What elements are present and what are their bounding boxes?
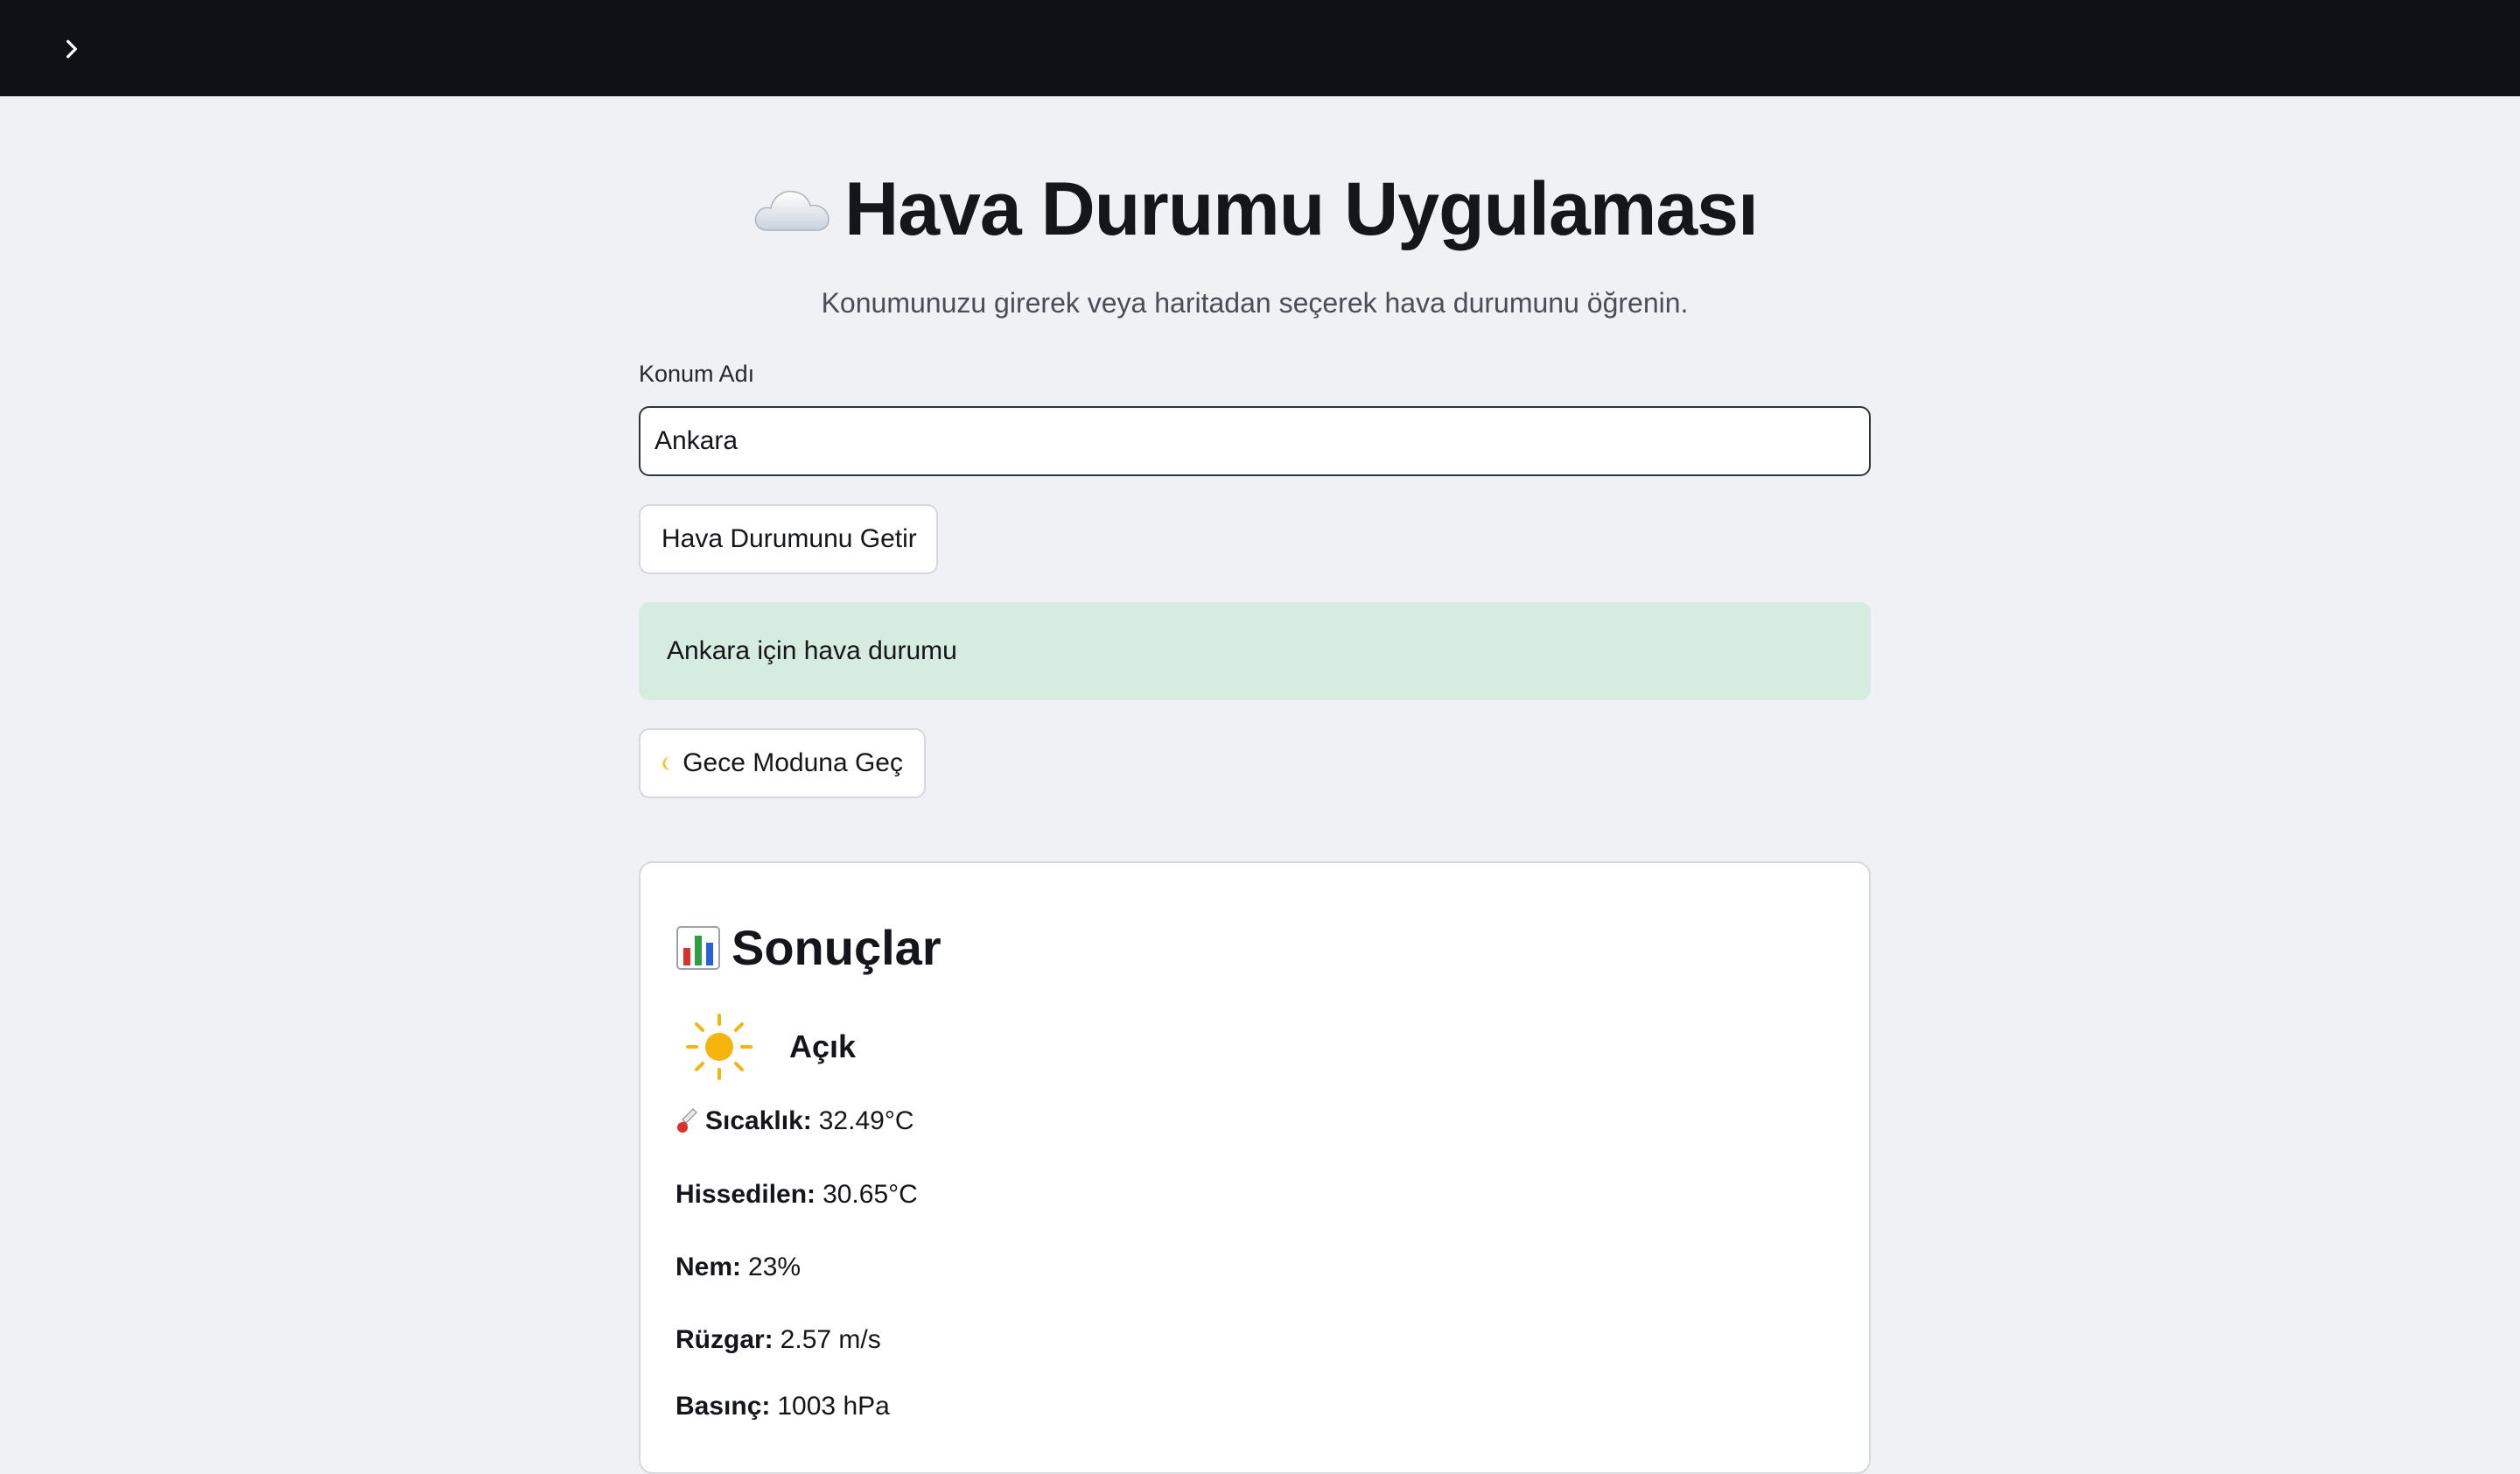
page-title: Hava Durumu Uygulaması: [844, 167, 1759, 251]
metric-pressure: Basınç: 1003 hPa: [676, 1392, 890, 1421]
sidebar-toggle-button[interactable]: [54, 32, 89, 67]
success-alert: Ankara için hava durumu: [639, 602, 1871, 700]
location-field-label: Konum Adı: [639, 361, 755, 387]
results-card: Sonuçlar Açık Sıcaklık: 32.49°C Hissedil…: [639, 861, 1871, 1474]
metric-value: 30.65°C: [822, 1180, 918, 1209]
condition-row: Açık: [682, 1010, 856, 1084]
metric-value: 2.57 m/s: [780, 1325, 881, 1354]
bar-chart-icon: [676, 925, 720, 970]
chevron-right-icon: [66, 39, 77, 59]
metric-feels-like: Hissedilen: 30.65°C: [676, 1180, 918, 1210]
metric-label: Hissedilen:: [676, 1180, 816, 1209]
night-mode-button[interactable]: Gece Moduna Geç: [639, 728, 926, 798]
night-mode-label: Gece Moduna Geç: [682, 748, 903, 777]
results-heading: Sonuçlar: [732, 920, 942, 975]
top-header-bar: [0, 0, 2520, 96]
metric-label: Basınç:: [676, 1392, 771, 1421]
results-heading-row: Sonuçlar: [676, 919, 942, 976]
sun-icon: [686, 1014, 752, 1080]
page-subtitle: Konumunuzu girerek veya haritadan seçere…: [821, 287, 1689, 319]
alert-message: Ankara için hava durumu: [667, 636, 957, 665]
page-title-row: Hava Durumu Uygulaması: [639, 166, 1871, 253]
metric-value: 23%: [748, 1253, 802, 1281]
condition-label: Açık: [789, 1028, 857, 1064]
metric-temperature: Sıcaklık: 32.49°C: [676, 1106, 914, 1136]
metric-label: Nem:: [676, 1253, 742, 1281]
thermometer-icon: [677, 1108, 697, 1133]
metric-humidity: Nem: 23%: [676, 1253, 801, 1282]
metric-label: Rüzgar:: [676, 1325, 774, 1354]
metric-label: Sıcaklık:: [705, 1106, 812, 1135]
crescent-moon-icon: [662, 756, 670, 770]
metric-wind: Rüzgar: 2.57 m/s: [676, 1325, 881, 1355]
location-input[interactable]: [639, 406, 1871, 476]
fetch-weather-button[interactable]: Hava Durumunu Getir: [639, 504, 938, 574]
cloud-icon: [754, 191, 830, 232]
metric-value: 32.49°C: [818, 1106, 914, 1135]
metric-value: 1003 hPa: [777, 1392, 890, 1421]
